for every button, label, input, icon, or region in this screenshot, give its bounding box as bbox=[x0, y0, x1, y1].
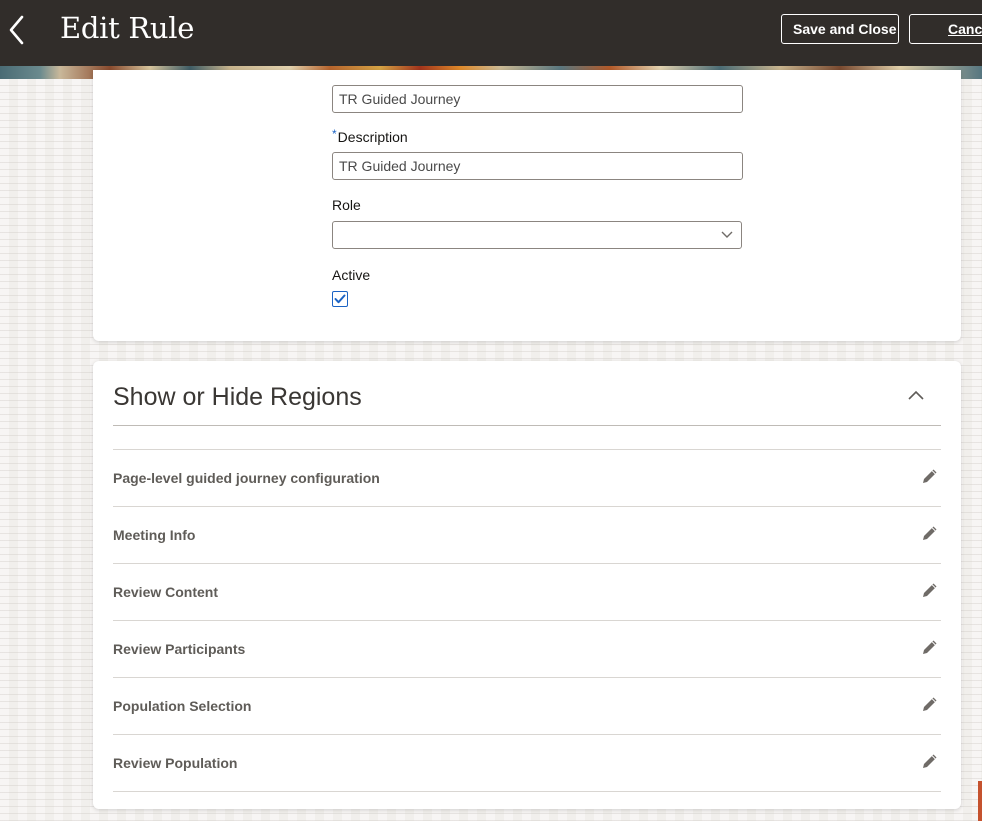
pencil-icon bbox=[923, 526, 937, 540]
active-label: Active bbox=[332, 267, 371, 283]
section-divider bbox=[113, 425, 941, 426]
page-header: Edit Rule Save and Close Cancel bbox=[0, 0, 982, 66]
region-row: Population Selection bbox=[113, 678, 941, 735]
region-label[interactable]: Review Population bbox=[113, 755, 237, 771]
region-label[interactable]: Review Participants bbox=[113, 641, 245, 657]
description-field[interactable]: TR Guided Journey bbox=[332, 152, 743, 180]
back-button[interactable] bbox=[0, 8, 34, 52]
required-marker: * bbox=[332, 127, 337, 141]
edit-region-button[interactable] bbox=[919, 636, 941, 658]
pencil-icon bbox=[923, 697, 937, 711]
name-field[interactable]: TR Guided Journey bbox=[332, 85, 743, 113]
role-select[interactable] bbox=[332, 221, 742, 249]
region-row: Review Population bbox=[113, 735, 941, 792]
chevron-left-icon bbox=[9, 15, 24, 45]
role-label: Role bbox=[332, 197, 361, 213]
scrollbar-accent bbox=[978, 781, 982, 821]
pencil-icon bbox=[923, 583, 937, 597]
region-row: Review Content bbox=[113, 564, 941, 621]
collapse-section-button[interactable] bbox=[903, 384, 929, 406]
cancel-button[interactable]: Cancel bbox=[909, 14, 982, 44]
region-label[interactable]: Meeting Info bbox=[113, 527, 195, 543]
region-row: Review Participants bbox=[113, 621, 941, 678]
edit-region-button[interactable] bbox=[919, 579, 941, 601]
description-label: *Description bbox=[332, 127, 408, 145]
edit-region-button[interactable] bbox=[919, 750, 941, 772]
edit-region-button[interactable] bbox=[919, 693, 941, 715]
pencil-icon bbox=[923, 469, 937, 483]
edit-region-button[interactable] bbox=[919, 465, 941, 487]
region-row: Meeting Info bbox=[113, 507, 941, 564]
page-title: Edit Rule bbox=[60, 11, 195, 45]
chevron-up-icon bbox=[908, 390, 924, 400]
pencil-icon bbox=[923, 640, 937, 654]
region-row: Page-level guided journey configuration bbox=[113, 450, 941, 507]
section-title: Show or Hide Regions bbox=[113, 383, 362, 411]
row-divider bbox=[113, 791, 941, 792]
checkmark-icon bbox=[334, 294, 346, 304]
description-label-text: Description bbox=[337, 129, 408, 145]
edit-region-button[interactable] bbox=[919, 522, 941, 544]
pencil-icon bbox=[923, 754, 937, 768]
save-and-close-button[interactable]: Save and Close bbox=[781, 14, 899, 44]
chevron-down-icon bbox=[721, 231, 733, 238]
region-label[interactable]: Population Selection bbox=[113, 698, 251, 714]
active-checkbox[interactable] bbox=[332, 291, 348, 307]
region-label[interactable]: Page-level guided journey configuration bbox=[113, 470, 380, 486]
region-label[interactable]: Review Content bbox=[113, 584, 218, 600]
